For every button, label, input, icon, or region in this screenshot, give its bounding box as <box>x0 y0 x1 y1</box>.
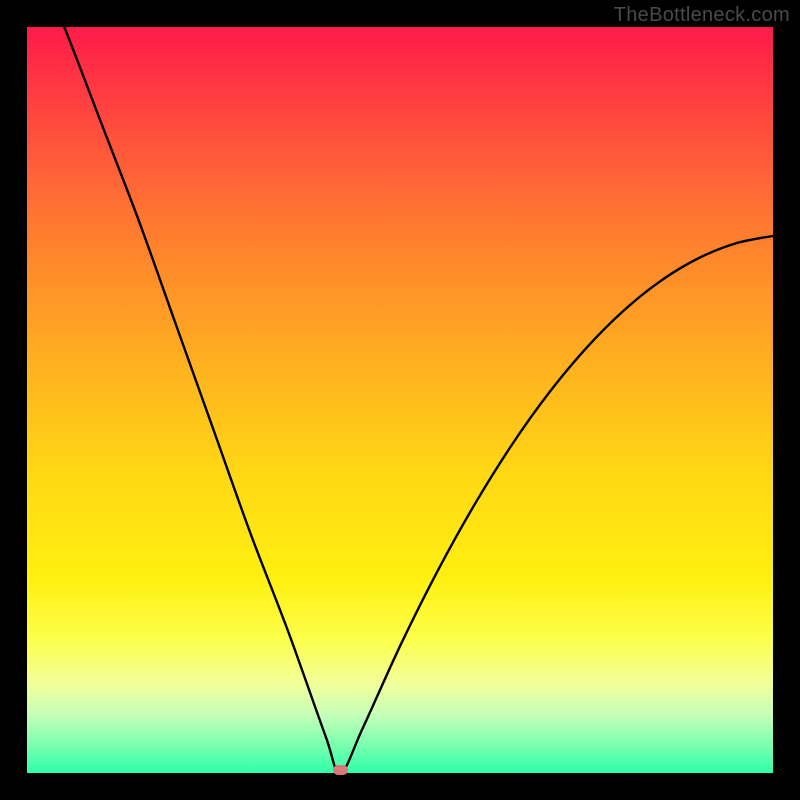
chart-plot-area <box>27 27 773 773</box>
bottleneck-curve <box>27 27 773 773</box>
notch-marker <box>333 765 348 775</box>
watermark-text: TheBottleneck.com <box>614 4 790 27</box>
